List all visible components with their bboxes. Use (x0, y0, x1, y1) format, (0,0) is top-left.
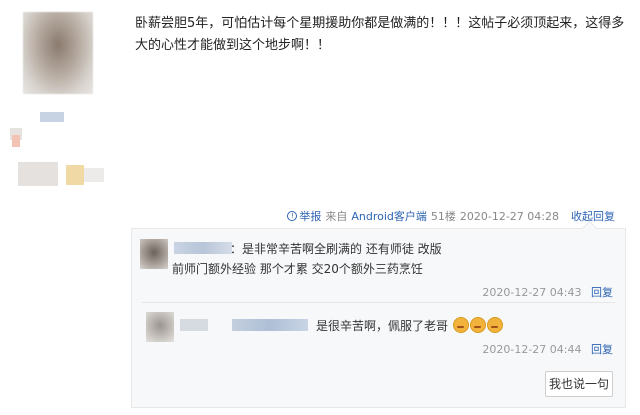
post-content: 卧薪尝胆5年，可怕估计每个星期援助你都是做满的！！！这帖子必须顶起来，这得多大的… (135, 16, 625, 53)
fold-replies-link[interactable]: 收起回复 (571, 208, 615, 224)
report-icon: ! (287, 211, 298, 221)
author-avatar[interactable] (23, 12, 93, 94)
emoji-icon (452, 317, 469, 333)
reply-mention-blurred[interactable] (232, 319, 308, 331)
reply-time: 2020-12-27 04:44 (482, 343, 582, 356)
reply-username-blurred[interactable] (180, 319, 208, 331)
reply-time-row: 2020-12-27 04:43 回复 (482, 284, 613, 300)
reply-link[interactable]: 回复 (591, 343, 613, 356)
reply-text-content: 是很辛苦啊，佩服了老哥 (316, 319, 449, 333)
reply-panel: ：是非常辛苦啊全刷满的 还有师徒 改版前师门额外经验 那个才累 交20个额外三药… (131, 228, 626, 408)
post-meta: ! 举报 来自 Android客户端 51楼 2020-12-27 04:28 收… (287, 208, 615, 224)
floor-number: 51楼 (430, 210, 456, 223)
reply-avatar[interactable] (146, 312, 174, 342)
reply-avatar[interactable] (140, 239, 168, 269)
reply-time-row: 2020-12-27 04:44 回复 (482, 341, 613, 357)
emoji-icon (486, 317, 503, 333)
reply-link[interactable]: 回复 (591, 286, 613, 299)
post-time: 2020-12-27 04:28 (459, 209, 559, 223)
client-link[interactable]: Android客户端 (351, 208, 427, 224)
reply-text: ：是非常辛苦啊全刷满的 还有师徒 改版前师门额外经验 那个才累 交20个额外三药… (172, 239, 442, 279)
author-sidebar (0, 0, 125, 415)
emoji-icon (469, 317, 486, 333)
report-link[interactable]: ! 举报 (287, 208, 321, 224)
say-something-button[interactable]: 我也说一句 (545, 371, 613, 397)
blurred-level-badge (66, 165, 84, 185)
client-prefix: 来自 (325, 210, 348, 223)
blurred-badge (12, 135, 20, 147)
blurred-level (18, 162, 58, 186)
reply-divider (142, 302, 615, 303)
reply-time: 2020-12-27 04:43 (482, 286, 582, 299)
report-label: 举报 (299, 210, 322, 223)
reply-text: 是很辛苦啊，佩服了老哥 (316, 316, 503, 336)
reply-text-content: ：是非常辛苦啊全刷满的 还有师徒 改版前师门额外经验 那个才累 交20个额外三药… (172, 242, 442, 276)
author-name-blurred[interactable] (40, 112, 64, 122)
blurred-level (84, 168, 104, 182)
